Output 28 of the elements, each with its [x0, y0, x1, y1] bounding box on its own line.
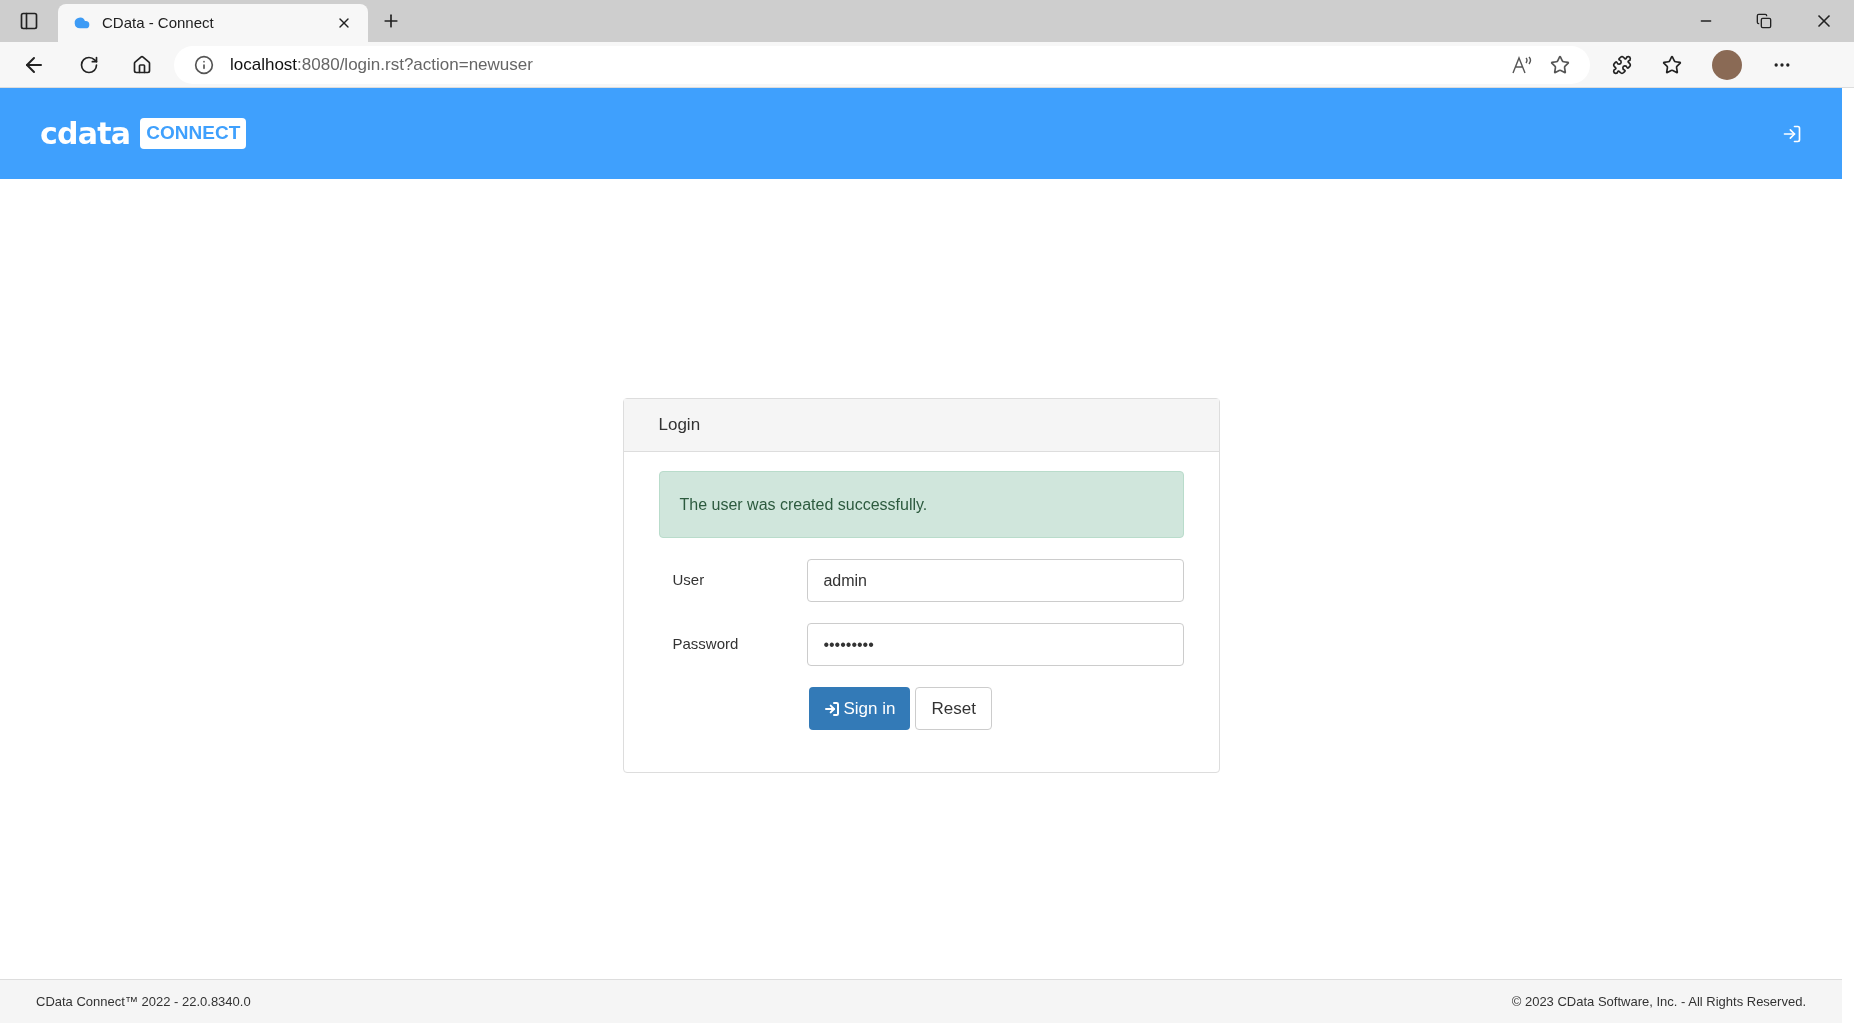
reset-button[interactable]: Reset: [915, 687, 992, 730]
info-icon[interactable]: [194, 54, 214, 75]
cloud-icon: [74, 15, 90, 31]
add-favorite-icon[interactable]: [1550, 54, 1570, 75]
browser-tab[interactable]: CData - Connect: [58, 4, 368, 42]
alert-text: The user was created successfully.: [679, 494, 928, 515]
version-text: CData Connect™ 2022 - 22.0.8340.0: [36, 992, 251, 1011]
logo-badge: CONNECT: [140, 118, 247, 149]
extensions-icon[interactable]: [1612, 54, 1632, 75]
sign-in-icon[interactable]: [1782, 123, 1802, 144]
field-label: Password: [671, 634, 740, 655]
refresh-icon[interactable]: [79, 54, 99, 75]
input-field[interactable]: admin: [807, 559, 1184, 602]
card-title: Login: [658, 414, 701, 437]
sign-in-button[interactable]: Sign in: [808, 687, 911, 730]
input-field[interactable]: •••••••••: [807, 623, 1184, 666]
field-label: User: [671, 570, 706, 591]
sign-in-icon: [823, 700, 840, 717]
profile-avatar[interactable]: [1712, 49, 1742, 80]
copyright-text: © 2023 CData Software, Inc. - All Rights Reserved.: [1511, 992, 1806, 1011]
tab-panel-icon[interactable]: [19, 11, 39, 31]
logo-wordmark: cdata: [40, 115, 131, 153]
restore-icon[interactable]: [1756, 13, 1772, 29]
url-text: localhost:8080/login.rst?action=newuser: [230, 53, 534, 76]
address-field[interactable]: localhost:8080/login.rst?action=newuser: [174, 45, 1590, 84]
favorites-icon[interactable]: [1662, 54, 1682, 75]
tab-title: CData - Connect: [102, 12, 215, 33]
home-icon[interactable]: [132, 54, 152, 75]
